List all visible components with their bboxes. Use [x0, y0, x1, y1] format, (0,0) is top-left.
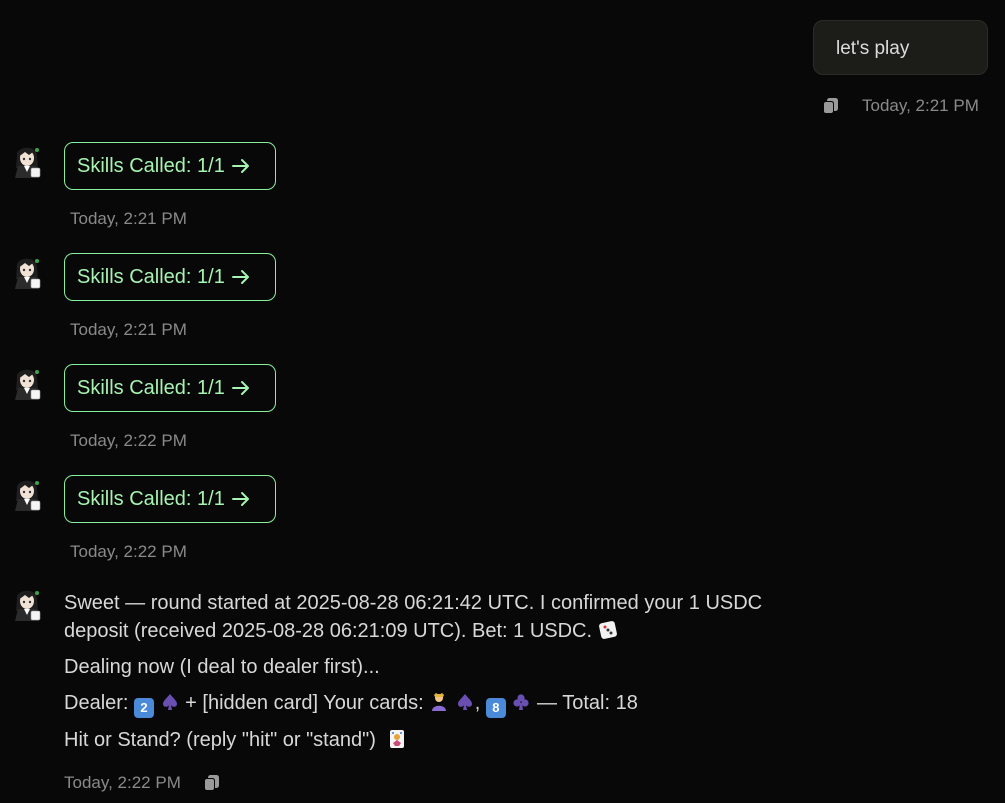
assistant-avatar: [11, 585, 43, 621]
joker-card-icon: [387, 729, 407, 749]
copy-icon[interactable]: [822, 97, 840, 115]
user-message-timestamp: Today, 2:21 PM: [862, 96, 979, 115]
skills-called-label: Skills Called: 1/1: [77, 154, 225, 177]
assistant-avatar: [11, 364, 43, 400]
reply-paragraph-1: Sweet — round started at 2025-08-28 06:2…: [64, 589, 794, 645]
spade-icon: [160, 692, 180, 712]
keycap-2-icon: 2: [134, 698, 155, 718]
skills-called-label: Skills Called: 1/1: [77, 376, 225, 399]
hit-or-stand-text: Hit or Stand? (reply "hit" or "stand"): [64, 729, 376, 751]
skills-called-label: Skills Called: 1/1: [77, 487, 225, 510]
skills-called-button[interactable]: Skills Called: 1/1: [64, 364, 276, 412]
dice-icon: [598, 620, 618, 640]
copy-icon[interactable]: [203, 774, 221, 792]
skills-called-button[interactable]: Skills Called: 1/1: [64, 253, 276, 301]
spade-icon: [455, 692, 475, 712]
dealer-label: Dealer:: [64, 692, 129, 714]
assistant-avatar: [11, 475, 43, 511]
user-message-bubble: let's play: [813, 20, 988, 75]
arrow-right-icon: [231, 379, 251, 397]
skills-called-button[interactable]: Skills Called: 1/1: [64, 142, 276, 190]
reply-paragraph-2: Dealing now (I deal to dealer first)...: [64, 656, 380, 678]
assistant-avatar: [11, 142, 43, 178]
assistant-reply: Sweet — round started at 2025-08-28 06:2…: [64, 589, 794, 754]
skill-message-timestamp: Today, 2:22 PM: [70, 542, 187, 561]
skill-message-timestamp: Today, 2:22 PM: [70, 431, 187, 450]
arrow-right-icon: [231, 157, 251, 175]
person-icon: [429, 692, 449, 712]
total-text: — Total: 18: [537, 692, 638, 714]
assistant-reply-timestamp: Today, 2:22 PM: [64, 773, 181, 792]
skills-called-label: Skills Called: 1/1: [77, 265, 225, 288]
skills-called-button[interactable]: Skills Called: 1/1: [64, 475, 276, 523]
arrow-right-icon: [231, 268, 251, 286]
skill-message-timestamp: Today, 2:21 PM: [70, 209, 187, 228]
keycap-8-icon: 8: [485, 698, 506, 718]
user-message-meta: Today, 2:21 PM: [822, 94, 979, 118]
chat-window: let's play Today, 2:21 PM Skills Called:…: [0, 0, 1005, 803]
skill-message-timestamp: Today, 2:21 PM: [70, 320, 187, 339]
reply-paragraph-4: Hit or Stand? (reply "hit" or "stand"): [64, 726, 794, 754]
assistant-avatar: [11, 253, 43, 289]
hidden-card-text: + [hidden card] Your cards:: [185, 692, 424, 714]
arrow-right-icon: [231, 490, 251, 508]
club-icon: [511, 692, 531, 712]
assistant-reply-meta: Today, 2:22 PM: [64, 773, 221, 793]
reply-paragraph-3: Dealer: 2 + [hidden card] Your cards: , …: [64, 689, 794, 718]
reply-text-1: Sweet — round started at 2025-08-28 06:2…: [64, 592, 763, 642]
